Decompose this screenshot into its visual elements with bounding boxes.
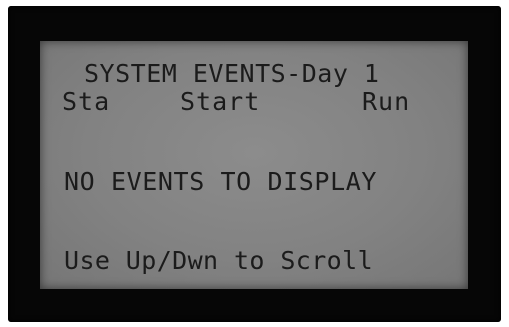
screen-title: SYSTEM EVENTS-Day 1	[84, 59, 380, 88]
column-header-sta: Sta	[62, 87, 111, 116]
empty-state-message: NO EVENTS TO DISPLAY	[64, 167, 378, 196]
scroll-hint: Use Up/Dwn to Scroll	[64, 246, 374, 275]
column-header-start: Start	[180, 87, 261, 116]
device-bezel: SYSTEM EVENTS-Day 1 Sta Start Run NO EVE…	[8, 6, 501, 322]
column-header-run: Run	[362, 87, 411, 116]
lcd-screen: SYSTEM EVENTS-Day 1 Sta Start Run NO EVE…	[40, 41, 468, 289]
